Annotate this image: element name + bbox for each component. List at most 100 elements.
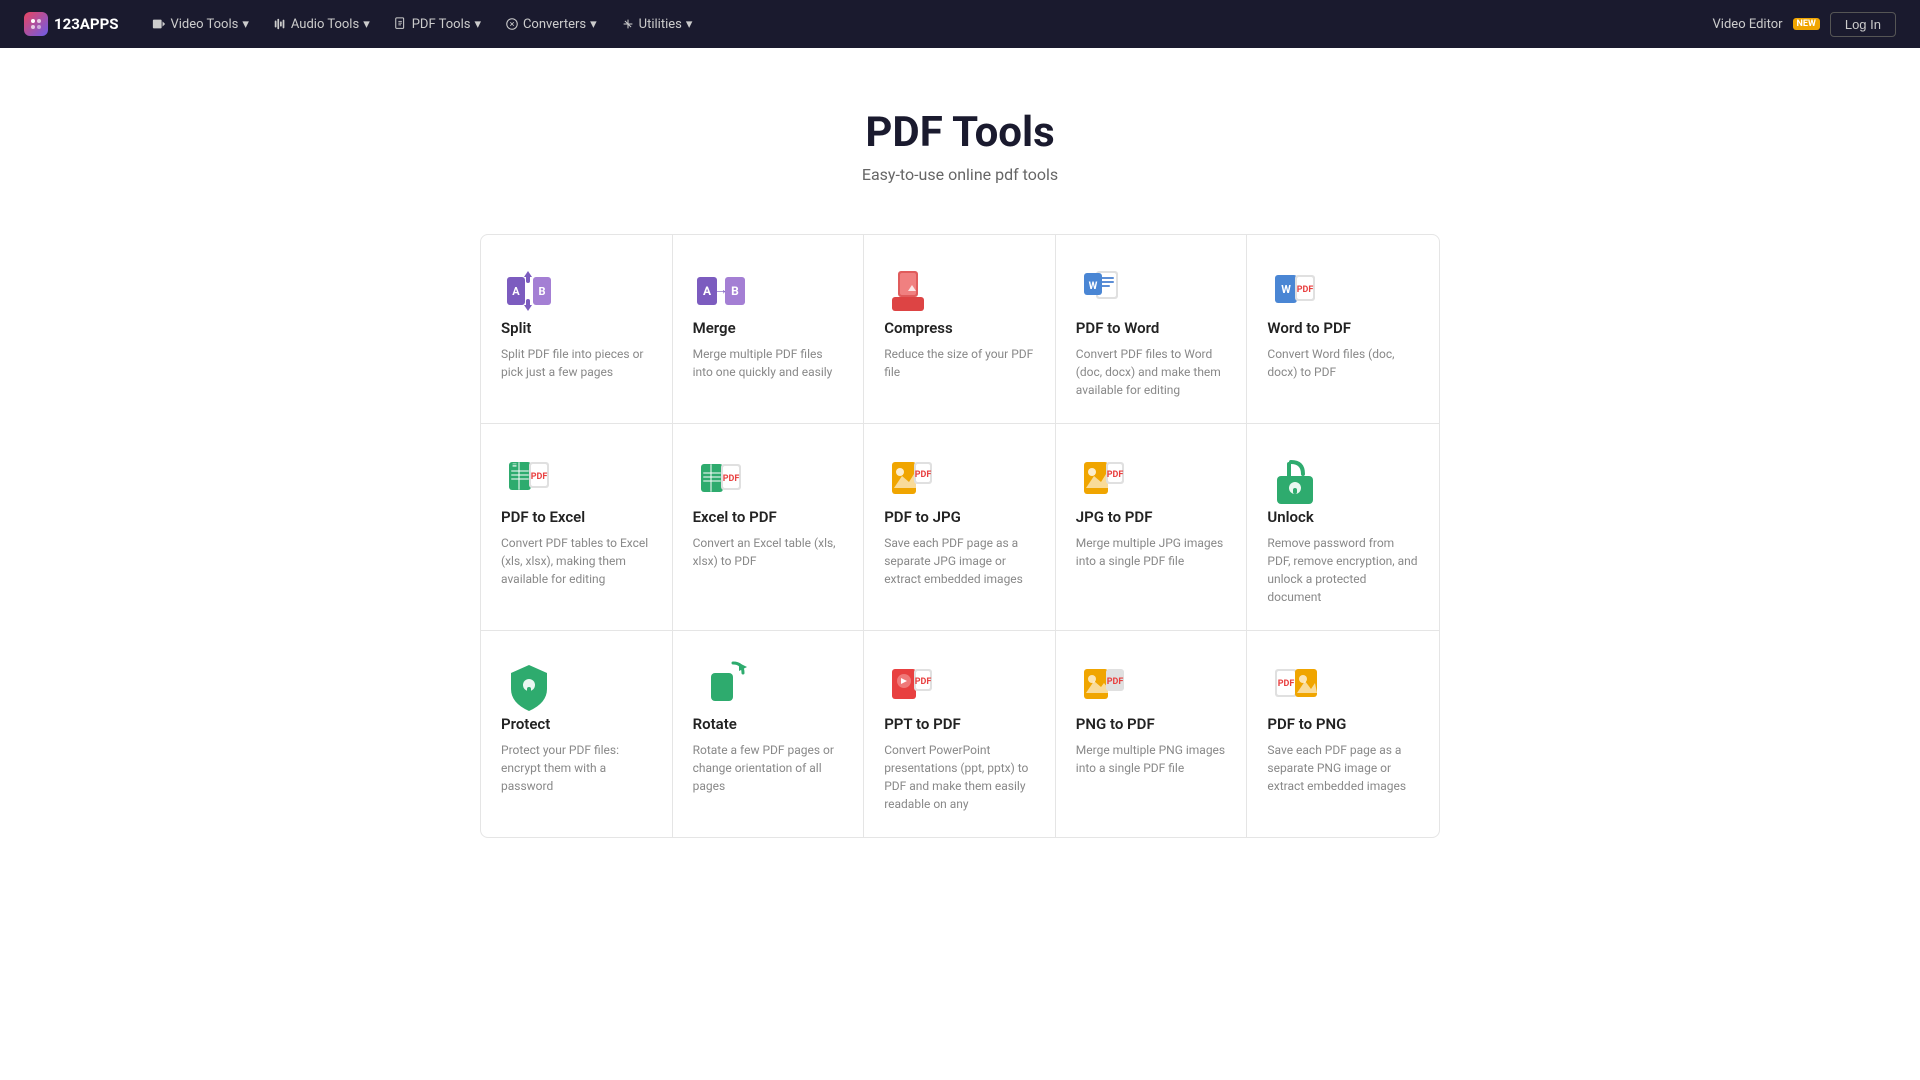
tool-card-merge[interactable]: A → B Merge Merge multiple PDF files int… [673,235,865,424]
tool-card-excel-to-pdf[interactable]: PDF Excel to PDF Convert an Excel table … [673,424,865,631]
tool-icon-protect [501,659,557,715]
tool-name: Unlock [1267,508,1419,526]
tool-card-ppt-to-pdf[interactable]: PDF PPT to PDF Convert PowerPoint presen… [864,631,1056,837]
pdf-nav-icon [394,17,408,31]
svg-text:B: B [538,285,545,298]
tool-name: Rotate [693,715,844,733]
navbar: 123APPS Video Tools ▾ Audio Tools ▾ PDF … [0,0,1920,48]
svg-text:W: W [1088,281,1097,292]
nav-menu: Video Tools ▾ Audio Tools ▾ PDF Tools ▾ … [142,11,1688,38]
page-title: PDF Tools [20,108,1900,157]
svg-text:B: B [731,284,739,298]
tool-icon-png-to-pdf: PDF [1076,659,1132,715]
svg-text:A: A [512,285,520,298]
tool-name: Excel to PDF [693,508,844,526]
tool-desc: Convert PDF files to Word (doc, docx) an… [1076,345,1227,399]
svg-text:PDF: PDF [1278,679,1295,689]
tool-name: Compress [884,319,1035,337]
tool-icon-ppt-to-pdf: PDF [884,659,940,715]
tool-card-word-to-pdf[interactable]: W PDF Word to PDF Convert Word files (do… [1247,235,1439,424]
tool-card-unlock[interactable]: Unlock Remove password from PDF, remove … [1247,424,1439,631]
tool-name: Word to PDF [1267,319,1419,337]
logo-icon [24,12,48,36]
tool-icon-excel-to-pdf: PDF [693,452,749,508]
video-icon [152,17,166,31]
tool-card-pdf-to-jpg[interactable]: PDF PDF to JPG Save each PDF page as a s… [864,424,1056,631]
tool-desc: Merge multiple PNG images into a single … [1076,741,1227,777]
tool-desc: Rotate a few PDF pages or change orienta… [693,741,844,795]
tool-desc: Convert PDF tables to Excel (xls, xlsx),… [501,534,652,588]
tool-name: PDF to PNG [1267,715,1419,733]
tools-grid: A B Split Split PDF file into pieces or … [480,234,1440,838]
tool-desc: Convert Word files (doc, docx) to PDF [1267,345,1419,381]
tool-card-pdf-to-word[interactable]: W PDF to Word Convert PDF files to Word … [1056,235,1248,424]
nav-right: Video Editor NEW Log In [1713,12,1896,37]
tool-icon-jpg-to-pdf: PDF [1076,452,1132,508]
tool-desc: Reduce the size of your PDF file [884,345,1035,381]
tool-name: JPG to PDF [1076,508,1227,526]
tool-card-pdf-to-excel[interactable]: ≡ PDF PDF to Excel Convert PDF tables to… [481,424,673,631]
tool-desc: Convert PowerPoint presentations (ppt, p… [884,741,1035,813]
tool-name: Split [501,319,652,337]
logo-text: 123APPS [54,15,118,33]
tool-desc: Save each PDF page as a separate JPG ima… [884,534,1035,588]
tool-name: PNG to PDF [1076,715,1227,733]
nav-converters[interactable]: Converters ▾ [495,11,607,38]
nav-video-tools[interactable]: Video Tools ▾ [142,11,258,38]
chevron-icon: ▾ [363,17,370,32]
tool-desc: Merge multiple JPG images into a single … [1076,534,1227,570]
utilities-icon [621,17,635,31]
login-button[interactable]: Log In [1830,12,1896,37]
audio-icon [273,17,287,31]
tool-desc: Split PDF file into pieces or pick just … [501,345,652,381]
tool-desc: Convert an Excel table (xls, xlsx) to PD… [693,534,844,570]
tool-card-split[interactable]: A B Split Split PDF file into pieces or … [481,235,673,424]
nav-utilities[interactable]: Utilities ▾ [611,11,703,38]
page-subtitle: Easy-to-use online pdf tools [20,165,1900,184]
tool-icon-pdf-to-jpg: PDF [884,452,940,508]
tool-card-pdf-to-png[interactable]: PDF PDF to PNG Save each PDF page as a s… [1247,631,1439,837]
svg-text:PDF: PDF [915,470,932,480]
logo[interactable]: 123APPS [24,12,118,36]
chevron-icon: ▾ [474,17,481,32]
hero-section: PDF Tools Easy-to-use online pdf tools [0,48,1920,214]
svg-text:≡: ≡ [512,461,517,470]
svg-text:PDF: PDF [1107,677,1124,687]
chevron-icon: ▾ [686,17,693,32]
tool-icon-rotate [693,659,749,715]
svg-text:PDF: PDF [1297,285,1314,295]
tool-icon-pdf-to-excel: ≡ PDF [501,452,557,508]
video-editor-label: Video Editor [1713,17,1783,32]
tool-icon-compress [884,263,940,319]
tool-card-png-to-pdf[interactable]: PDF PNG to PDF Merge multiple PNG images… [1056,631,1248,837]
svg-text:W: W [1282,283,1292,296]
chevron-icon: ▾ [242,17,249,32]
chevron-icon: ▾ [590,17,597,32]
tool-desc: Save each PDF page as a separate PNG ima… [1267,741,1419,795]
svg-text:PDF: PDF [722,474,739,484]
tool-icon-pdf-to-png: PDF [1267,659,1323,715]
tool-icon-word-to-pdf: W PDF [1267,263,1323,319]
svg-text:PDF: PDF [531,472,548,482]
tool-name: PDF to Word [1076,319,1227,337]
tool-card-protect[interactable]: Protect Protect your PDF files: encrypt … [481,631,673,837]
tool-card-rotate[interactable]: Rotate Rotate a few PDF pages or change … [673,631,865,837]
nav-audio-tools[interactable]: Audio Tools ▾ [263,11,380,38]
new-badge: NEW [1793,18,1820,30]
svg-text:A: A [703,284,712,298]
tool-icon-pdf-to-word: W [1076,263,1132,319]
tool-name: PPT to PDF [884,715,1035,733]
tool-desc: Protect your PDF files: encrypt them wit… [501,741,652,795]
converters-icon [505,17,519,31]
svg-text:PDF: PDF [915,677,932,687]
tool-desc: Merge multiple PDF files into one quickl… [693,345,844,381]
tool-name: PDF to Excel [501,508,652,526]
tool-desc: Remove password from PDF, remove encrypt… [1267,534,1419,606]
nav-pdf-tools[interactable]: PDF Tools ▾ [384,11,491,38]
svg-text:PDF: PDF [1107,470,1124,480]
tool-card-jpg-to-pdf[interactable]: PDF JPG to PDF Merge multiple JPG images… [1056,424,1248,631]
tool-icon-merge: A → B [693,263,749,319]
tool-name: Protect [501,715,652,733]
tool-card-compress[interactable]: Compress Reduce the size of your PDF fil… [864,235,1056,424]
tool-icon-split: A B [501,263,557,319]
